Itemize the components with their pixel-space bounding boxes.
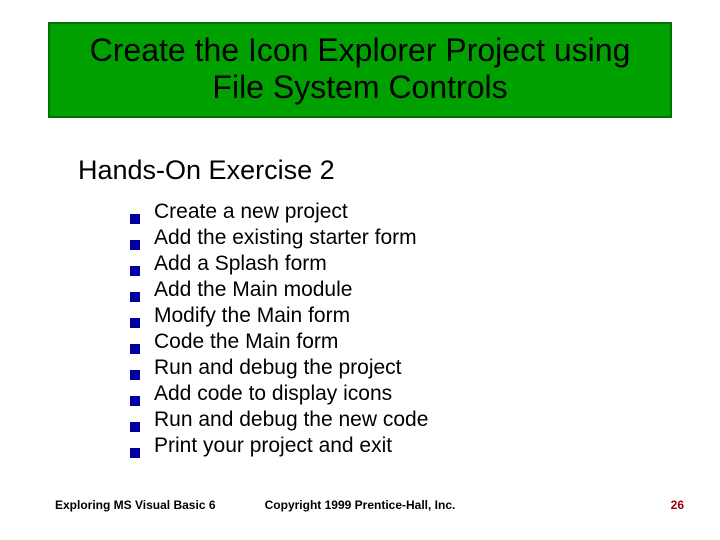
list-item: Add code to display icons bbox=[130, 382, 630, 406]
bullet-text: Run and debug the new code bbox=[154, 408, 428, 432]
bullet-text: Run and debug the project bbox=[154, 356, 402, 380]
bullet-list: Create a new project Add the existing st… bbox=[130, 200, 630, 460]
bullet-text: Add the Main module bbox=[154, 278, 352, 302]
bullet-text: Add a Splash form bbox=[154, 252, 327, 276]
slide-number: 26 bbox=[671, 498, 684, 512]
slide-title: Create the Icon Explorer Project using F… bbox=[48, 22, 672, 118]
bullet-text: Modify the Main form bbox=[154, 304, 350, 328]
square-bullet-icon bbox=[130, 396, 140, 406]
list-item: Code the Main form bbox=[130, 330, 630, 354]
list-item: Modify the Main form bbox=[130, 304, 630, 328]
square-bullet-icon bbox=[130, 422, 140, 432]
square-bullet-icon bbox=[130, 344, 140, 354]
bullet-text: Create a new project bbox=[154, 200, 348, 224]
square-bullet-icon bbox=[130, 292, 140, 302]
list-item: Run and debug the project bbox=[130, 356, 630, 380]
square-bullet-icon bbox=[130, 240, 140, 250]
square-bullet-icon bbox=[130, 448, 140, 458]
bullet-text: Code the Main form bbox=[154, 330, 338, 354]
list-item: Add the Main module bbox=[130, 278, 630, 302]
square-bullet-icon bbox=[130, 214, 140, 224]
bullet-text: Print your project and exit bbox=[154, 434, 392, 458]
list-item: Run and debug the new code bbox=[130, 408, 630, 432]
list-item: Create a new project bbox=[130, 200, 630, 224]
bullet-text: Add the existing starter form bbox=[154, 226, 417, 250]
slide-subtitle: Hands-On Exercise 2 bbox=[78, 155, 335, 186]
square-bullet-icon bbox=[130, 266, 140, 276]
square-bullet-icon bbox=[130, 318, 140, 328]
footer-center: Copyright 1999 Prentice-Hall, Inc. bbox=[0, 498, 720, 512]
slide: Create the Icon Explorer Project using F… bbox=[0, 0, 720, 540]
list-item: Print your project and exit bbox=[130, 434, 630, 458]
bullet-text: Add code to display icons bbox=[154, 382, 392, 406]
list-item: Add the existing starter form bbox=[130, 226, 630, 250]
list-item: Add a Splash form bbox=[130, 252, 630, 276]
square-bullet-icon bbox=[130, 370, 140, 380]
